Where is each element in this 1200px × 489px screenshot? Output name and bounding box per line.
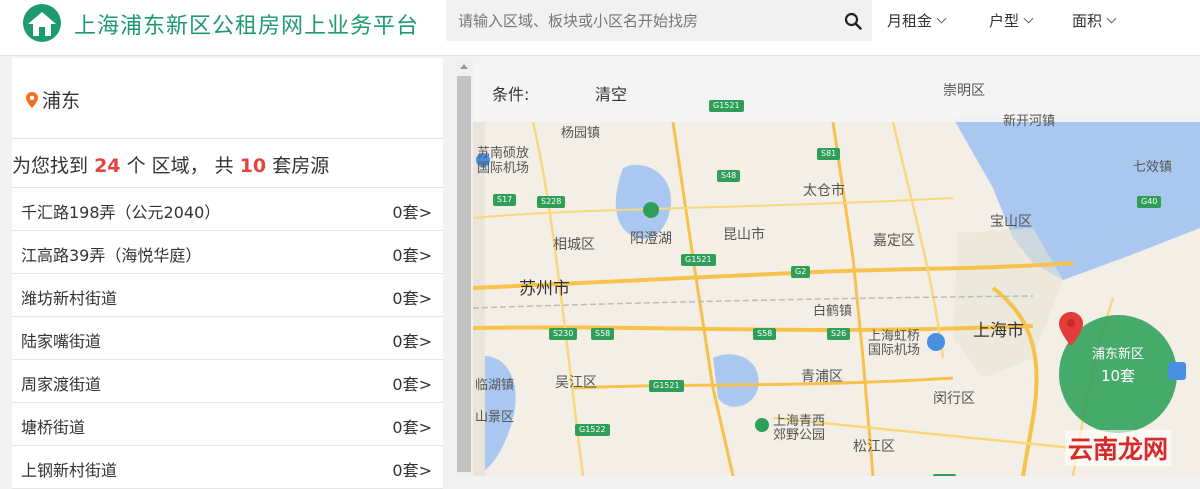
district-selector[interactable]: 浦东 bbox=[26, 86, 80, 113]
highway-shield: G40 bbox=[1137, 196, 1162, 208]
area-list: 千汇路198弄（公元2040） 0套> 江高路39弄（海悦华庭） 0套> 潍坊新… bbox=[12, 188, 443, 489]
map-label: 嘉定区 bbox=[873, 233, 915, 249]
map-label: 宝山区 bbox=[990, 214, 1032, 230]
highway-shield: S58 bbox=[753, 328, 777, 340]
list-item-name: 塘桥街道 bbox=[21, 418, 86, 437]
scroll-thumb[interactable] bbox=[457, 76, 471, 472]
map-label: 新开河镇 bbox=[1003, 114, 1056, 129]
areas-count: 24 bbox=[94, 155, 121, 177]
map-label: 阳澄湖 bbox=[630, 231, 672, 247]
filter-area[interactable]: 面积 bbox=[1072, 10, 1117, 31]
clear-button[interactable]: 清空 bbox=[595, 81, 627, 105]
logo-icon bbox=[23, 4, 61, 42]
left-panel: 浦东 为您找到 24 个 区域， 共 10 套房源 千汇路198弄（公元2040… bbox=[12, 58, 443, 489]
list-item[interactable]: 塘桥街道 0套> bbox=[12, 403, 443, 446]
list-item-count: 0套> bbox=[392, 203, 432, 222]
chevron-down-icon bbox=[936, 13, 947, 24]
highway-shield: S81 bbox=[817, 148, 841, 160]
list-item-name: 陆家嘴街道 bbox=[21, 332, 102, 351]
result-prefix: 为您找到 bbox=[12, 155, 89, 177]
highway-shield: G1521 bbox=[709, 100, 744, 112]
list-item-name: 周家渡街道 bbox=[21, 375, 102, 394]
map-label: 七效镇 bbox=[1133, 160, 1173, 175]
list-item-name: 上钢新村街道 bbox=[21, 461, 118, 480]
chevron-down-icon bbox=[1023, 13, 1034, 24]
list-item-count: 0套> bbox=[392, 246, 432, 265]
result-middle: 个 区域， 共 bbox=[126, 155, 234, 177]
list-item[interactable]: 千汇路198弄（公元2040） 0套> bbox=[12, 188, 443, 231]
map-label: 青浦区 bbox=[801, 369, 843, 385]
list-item[interactable]: 周家渡街道 0套> bbox=[12, 360, 443, 403]
filter-area-label: 面积 bbox=[1072, 12, 1103, 30]
list-item-name: 江高路39弄（海悦华庭） bbox=[21, 246, 202, 265]
list-item-name: 千汇路198弄（公元2040） bbox=[21, 203, 221, 222]
map-pin-icon[interactable] bbox=[1059, 312, 1083, 346]
map-label: 太仓市 bbox=[803, 183, 845, 199]
condition-bar: 条件: 清空 bbox=[473, 58, 1200, 122]
list-item[interactable]: 上钢新村街道 0套> bbox=[12, 446, 443, 489]
location-pin-icon bbox=[26, 92, 38, 108]
list-item-count: 0套> bbox=[392, 375, 432, 394]
map-label: 崇明区 bbox=[943, 83, 985, 99]
map-label: 上海青西郊野公园 bbox=[773, 414, 826, 443]
highway-shield: S48 bbox=[717, 170, 741, 182]
site-title: 上海浦东新区公租房网上业务平台 bbox=[74, 14, 420, 39]
map-label: 白鹤镇 bbox=[813, 304, 853, 319]
map-label: 上海市 bbox=[973, 321, 1024, 341]
filter-layout[interactable]: 户型 bbox=[989, 10, 1034, 31]
map-nav-icon[interactable] bbox=[1168, 362, 1186, 380]
highway-shield: S17 bbox=[493, 194, 517, 206]
map-label: 闵行区 bbox=[933, 391, 975, 407]
scroll-up-arrow-icon[interactable] bbox=[460, 64, 468, 69]
result-summary: 为您找到 24 个 区域， 共 10 套房源 bbox=[12, 138, 443, 188]
list-item-count: 0套> bbox=[392, 289, 432, 308]
list-item-name: 潍坊新村街道 bbox=[21, 289, 118, 308]
highway-shield: G1521 bbox=[649, 380, 684, 392]
cluster-count: 10套 bbox=[1100, 367, 1136, 385]
highway-shield: G1522 bbox=[575, 424, 610, 436]
search-icon[interactable] bbox=[844, 12, 862, 30]
search-box bbox=[446, 0, 872, 41]
highway-shield: G2 bbox=[791, 266, 811, 278]
highway-shield: S228 bbox=[537, 196, 566, 208]
highway-shield: S58 bbox=[591, 328, 615, 340]
map-label: 昆山市 bbox=[723, 227, 765, 243]
map-view[interactable]: 条件: 清空 苏州市 上海市 昆山市 太仓市 相城区 阳澄湖 嘉定区 宝山区 青… bbox=[473, 58, 1200, 476]
district-name: 浦东 bbox=[42, 90, 81, 112]
map-label: 松江区 bbox=[853, 439, 895, 455]
chevron-down-icon bbox=[1106, 13, 1117, 24]
condition-label: 条件: bbox=[492, 85, 530, 104]
list-item-count: 0套> bbox=[392, 332, 432, 351]
map-label: 山景区 bbox=[475, 410, 515, 425]
list-item[interactable]: 潍坊新村街道 0套> bbox=[12, 274, 443, 317]
map-label: 临湖镇 bbox=[475, 378, 515, 393]
map-label: 上海虹桥国际机场 bbox=[868, 329, 921, 358]
highway-shield: G1521 bbox=[681, 254, 716, 266]
map-label: 相城区 bbox=[553, 237, 595, 253]
houses-count: 10 bbox=[239, 155, 267, 177]
list-item[interactable]: 陆家嘴街道 0套> bbox=[12, 317, 443, 360]
watermark: 云南龙网 bbox=[1065, 430, 1172, 466]
highway-shield: S230 bbox=[549, 328, 578, 340]
list-item-count: 0套> bbox=[392, 418, 432, 437]
search-input[interactable] bbox=[458, 0, 828, 41]
highway-shield: S26 bbox=[827, 328, 851, 340]
filter-rent-label: 月租金 bbox=[887, 12, 933, 30]
filter-layout-label: 户型 bbox=[989, 12, 1020, 30]
map-label: 吴江区 bbox=[555, 375, 597, 391]
list-item-count: 0套> bbox=[392, 461, 432, 480]
list-item[interactable]: 江高路39弄（海悦华庭） 0套> bbox=[12, 231, 443, 274]
map-label: 苏州市 bbox=[519, 279, 570, 299]
header: 上海浦东新区公租房网上业务平台 月租金 户型 面积 bbox=[0, 0, 1200, 56]
map-label: 杨园镇 bbox=[561, 126, 601, 141]
result-suffix: 套房源 bbox=[272, 155, 330, 177]
map-label: 苏南硕放国际机场 bbox=[477, 146, 530, 176]
filter-rent[interactable]: 月租金 bbox=[887, 10, 947, 31]
list-scrollbar[interactable] bbox=[455, 60, 473, 476]
